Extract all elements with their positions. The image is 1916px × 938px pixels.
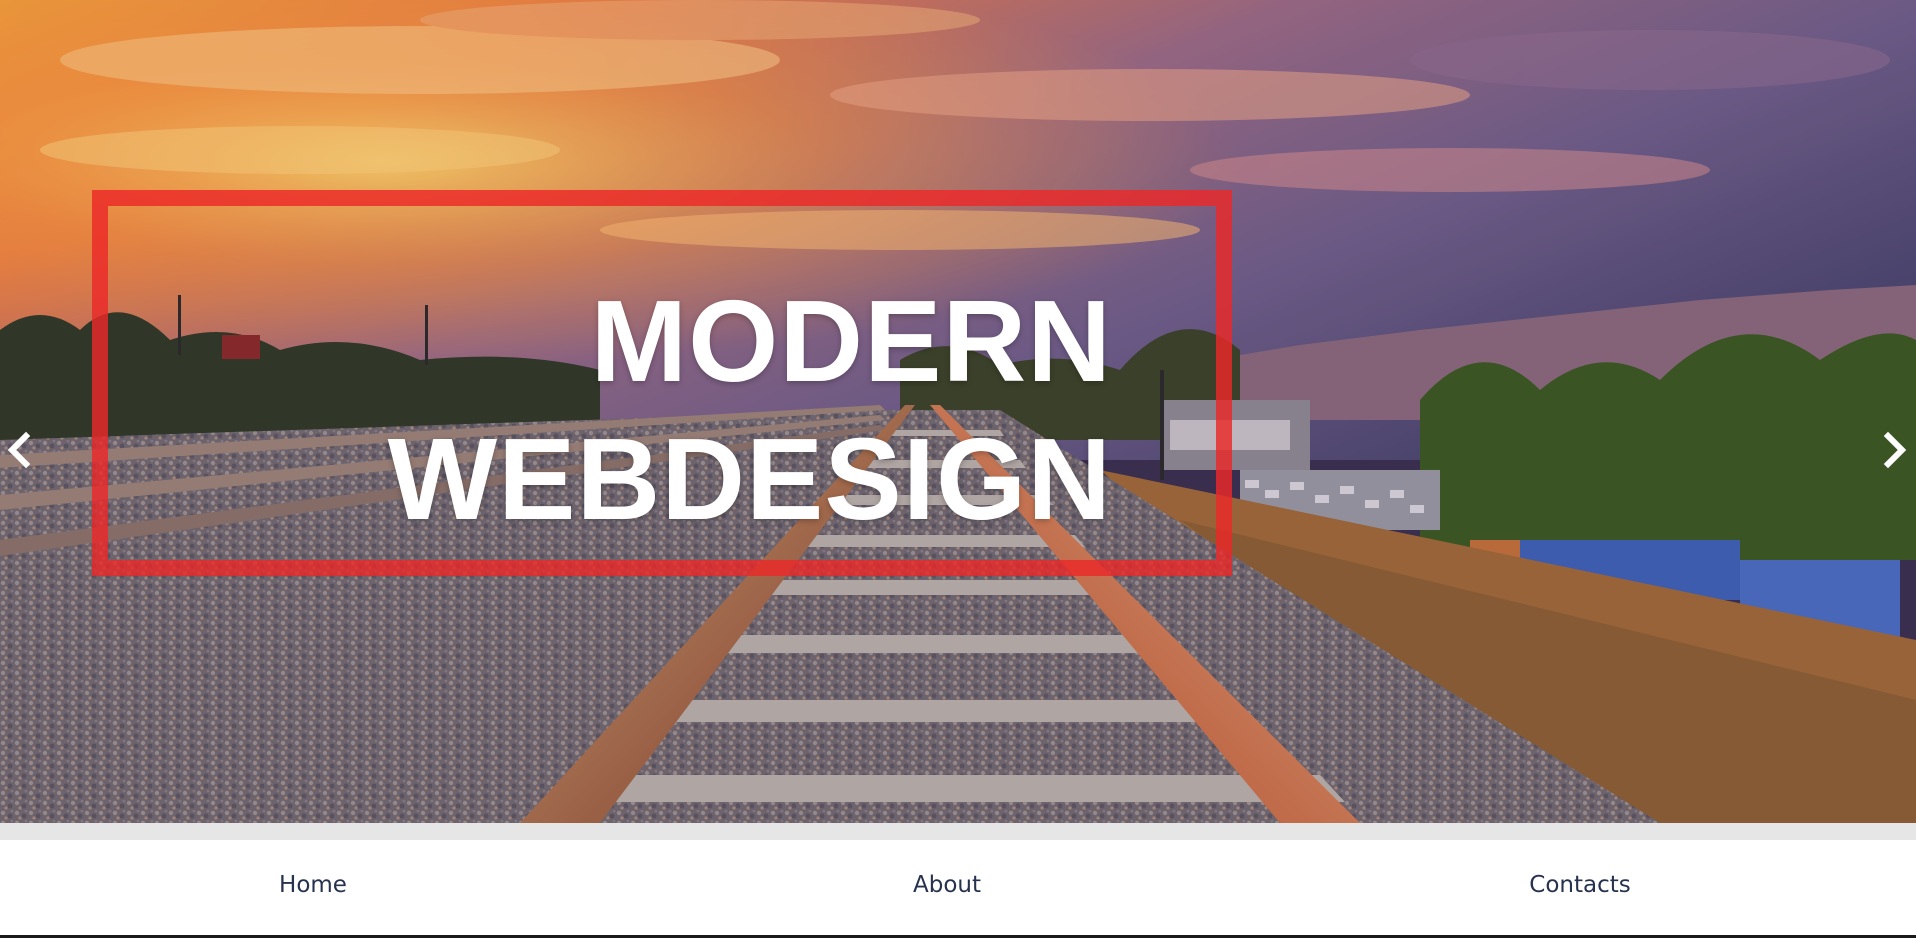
hero-headline: MODERN WEBDESIGN <box>388 272 1112 548</box>
hero-slider: MODERN WEBDESIGN <box>0 0 1916 823</box>
hero-bottom-strip <box>0 823 1916 840</box>
headline-line-2: WEBDESIGN <box>387 414 1112 544</box>
nav-link-home[interactable]: Home <box>279 840 347 935</box>
chevron-left-icon <box>7 431 31 469</box>
slider-prev-button[interactable] <box>0 428 40 472</box>
nav-link-about[interactable]: About <box>913 840 981 935</box>
nav-link-contacts[interactable]: Contacts <box>1529 840 1630 935</box>
slider-next-button[interactable] <box>1874 428 1914 472</box>
headline-line-1: MODERN <box>590 276 1112 406</box>
main-navigation: Home About Contacts <box>0 840 1916 935</box>
chevron-right-icon <box>1883 431 1907 469</box>
